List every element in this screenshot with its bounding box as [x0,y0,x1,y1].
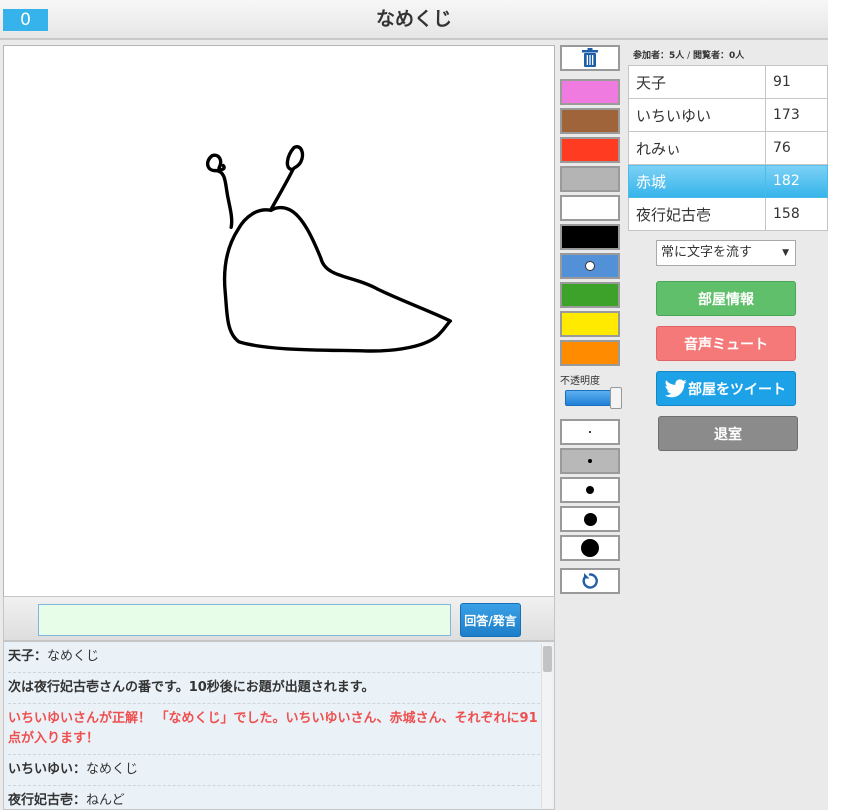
brush-dot-icon [583,512,597,526]
chat-separator: ： [34,649,48,664]
chat-scrollbar-thumb[interactable] [543,646,552,672]
chat-message: 天子：なめくじ [8,642,540,673]
answer-button[interactable]: 回答/発言 [460,603,521,637]
chat-log[interactable]: 天子：なめくじ 次は夜行妃古壱さんの番です。10秒後にお題が出題されます。 いちいゆ… [3,641,555,810]
player-score: 76 [765,131,828,165]
answer-input[interactable] [38,604,451,636]
chat-scrollbar[interactable] [541,644,552,808]
brush-size-1-button[interactable] [560,419,620,445]
chat-text: なめくじ [47,649,100,664]
color-swatch-green[interactable] [560,282,620,308]
text-flow-select[interactable]: 常に文字を流す ▼ [656,240,796,266]
selected-color-indicator [585,261,595,271]
player-score: 173 [765,98,828,132]
right-margin [828,0,846,810]
mute-button-label: 音声ミュート [684,336,768,353]
chat-message: 夜行妃古壱：ねんど [8,786,540,809]
brush-dot-icon [586,486,594,494]
app: なめくじ 0 回答/発言 天子：なめくじ 次は夜行妃古壱さんの番です。10秒後にお… [0,0,846,810]
player-name: 赤城 [628,164,766,198]
chat-author: 夜行妃古壱 [8,793,74,808]
drawing-stroke-body [222,205,453,353]
brush-dot-icon [588,459,592,463]
room-info-button[interactable]: 部屋情報 [656,281,796,316]
color-swatch-blue[interactable] [560,253,620,279]
chat-message: 次は夜行妃古壱さんの番です。10秒後にお題が出題されます。 [8,673,540,704]
player-score: 158 [765,197,828,231]
chat-author: いちいゆい [8,762,74,777]
color-swatch-black[interactable] [560,224,620,250]
text-flow-select-value: 常に文字を流す [661,245,753,260]
player-scoreboard: 天子 91 いちいゆい 173 れみぃ 76 赤城 182 夜行妃古壱 158 [628,65,828,231]
answer-bar: 回答/発言 [3,596,555,641]
opacity-slider-thumb[interactable] [610,387,622,409]
chat-separator: ： [73,793,87,808]
chat-author: 天子 [8,649,35,664]
trash-icon [582,48,598,67]
player-score: 182 [765,164,828,198]
leave-room-button[interactable]: 退室 [658,416,798,451]
tweet-room-button[interactable]: 部屋をツイート [656,371,796,406]
system-notice: 次は夜行妃古壱さんの番です。10秒後にお題が出題されます。 [8,680,375,695]
chat-list: 天子：なめくじ 次は夜行妃古壱さんの番です。10秒後にお題が出題されます。 いちいゆ… [4,642,554,809]
drawing [205,145,453,353]
brush-size-5-button[interactable] [560,535,620,561]
header: なめくじ 0 [0,0,828,40]
color-swatch-white[interactable] [560,195,620,221]
chat-text: ねんど [86,793,125,808]
drawing-stroke-right-antenna [269,145,305,212]
brush-dot-icon [581,539,599,557]
player-name: いちいゆい [628,98,766,132]
tweet-room-button-label: 部屋をツイート [688,381,786,398]
color-swatch-red[interactable] [560,137,620,163]
player-row: 天子 91 [628,65,828,99]
chat-message: いちいゆい：なめくじ [8,755,540,786]
opacity-label: 不透明度 [560,376,600,387]
color-swatch-pink[interactable] [560,79,620,105]
player-score: 91 [765,65,828,99]
brush-size-4-button[interactable] [560,506,620,532]
brush-size-2-button[interactable] [560,448,620,474]
player-row: 赤城 182 [628,164,828,198]
timer-counter: 0 [3,9,48,31]
viewers-count: 閲覧者：0人 [693,51,745,61]
clear-canvas-button[interactable] [560,45,620,71]
player-name: 天子 [628,65,766,99]
player-row: れみぃ 76 [628,131,828,165]
twitter-bird-icon [665,379,687,398]
chevron-down-icon: ▼ [782,248,789,258]
chat-message: いちいゆいさんが正解！ 「なめくじ」でした。いちいゆいさん、赤城さん、それぞれに… [8,704,540,755]
chat-text: なめくじ [86,762,139,777]
mute-button[interactable]: 音声ミュート [656,326,796,361]
participants-count: 参加者：5人 [633,51,685,61]
player-row: いちいゆい 173 [628,98,828,132]
player-name: れみぃ [628,131,766,165]
opacity-slider[interactable] [563,387,622,409]
drawing-canvas[interactable] [3,45,555,597]
chat-separator: ： [73,762,87,777]
color-swatch-orange[interactable] [560,340,620,366]
undo-button[interactable] [560,568,620,594]
room-info-button-label: 部屋情報 [698,291,754,308]
correct-answer-notice: いちいゆいさんが正解！ 「なめくじ」でした。いちいゆいさん、赤城さん、それぞれに… [8,711,538,746]
color-swatch-brown[interactable] [560,108,620,134]
room-counts-divider: / [684,51,694,61]
brush-dot-icon [589,431,591,433]
drawing-stroke-left-antenna [205,153,234,230]
room-counts: 参加者：5人 / 閲覧者：0人 [633,48,744,61]
leave-room-button-label: 退室 [714,426,742,443]
color-swatch-yellow[interactable] [560,311,620,337]
player-row: 夜行妃古壱 158 [628,197,828,231]
color-swatch-gray[interactable] [560,166,620,192]
undo-icon [582,573,598,589]
brush-size-3-button[interactable] [560,477,620,503]
player-name: 夜行妃古壱 [628,197,766,231]
page-title: なめくじ [375,8,452,30]
